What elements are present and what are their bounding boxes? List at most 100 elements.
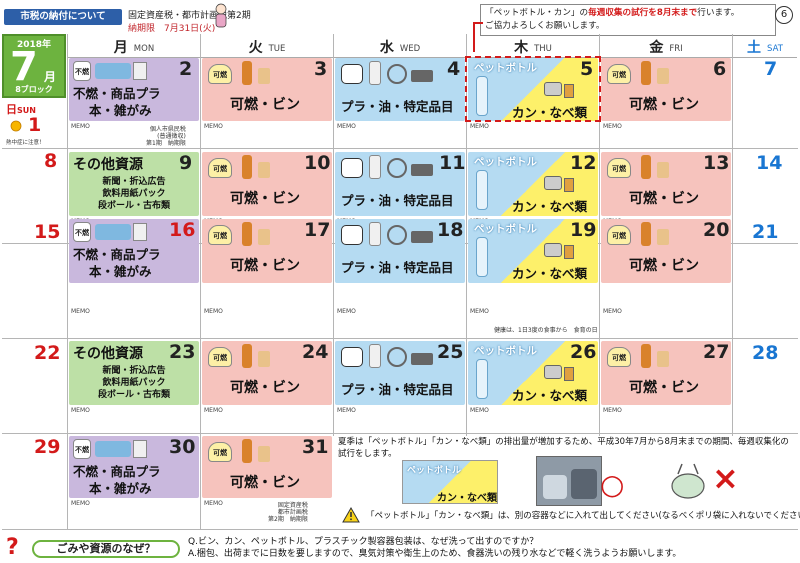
collection-label: ペットボトル	[474, 345, 537, 357]
day-number: 10	[304, 152, 331, 174]
plastic-bag-icon	[671, 463, 705, 499]
day-cell-16: 不燃 16 不燃・商品プラ 本・雑がみ	[69, 219, 199, 283]
battery-icon	[411, 164, 433, 176]
jar-icon	[657, 229, 669, 245]
day-number-sat: 21	[752, 221, 779, 243]
bottle-icon	[641, 222, 651, 246]
tax-deadline: 納期限 7月31日(火)	[128, 24, 216, 34]
bottle-icon	[641, 155, 651, 179]
plastic-goods-icon	[95, 441, 131, 457]
day-number: 3	[314, 58, 328, 80]
memo-label: MEMO	[470, 308, 489, 315]
ok-circle-icon: ○	[600, 468, 625, 501]
collection-label: カン・なべ類	[512, 266, 588, 281]
day-cell-9: その他資源 9 新聞・折込広告 飲料用紙パック 段ボール・古布類	[69, 152, 199, 216]
day-cell-24: 可燃 24 可燃・ビン	[202, 341, 332, 405]
jar-icon	[258, 229, 270, 245]
grid-line	[732, 34, 733, 436]
kanen-bag-icon: 可燃	[208, 64, 232, 84]
day-cell-19: ペットボトル 19 カン・なべ類	[468, 219, 598, 283]
collection-label: 可燃・ビン	[629, 97, 699, 113]
sun-icon	[10, 120, 22, 132]
pet-can-sample: ペットボトル カン・なべ類	[402, 460, 498, 504]
kanen-bag-icon: 可燃	[208, 158, 232, 178]
pet-bottle-icon	[476, 170, 488, 210]
day-cell-3: 可燃 3 可燃・ビン	[202, 58, 332, 121]
faq-answer: Q.ビン、カン、ペットボトル、プラスチック製容器包装は、なぜ洗って出すのですか？…	[188, 537, 682, 559]
grid-line	[2, 433, 798, 434]
bottle-icon	[242, 61, 252, 85]
kanen-bag-icon: 可燃	[208, 225, 232, 245]
collection-label: ペットボトル	[474, 223, 537, 235]
grid-line	[200, 34, 201, 530]
day-number: 2	[179, 58, 193, 80]
day-cell-25: 25 プラ・油・特定品目	[335, 341, 465, 405]
memo-label: MEMO	[204, 123, 223, 130]
can-icon	[564, 367, 574, 381]
memo-label: MEMO	[470, 123, 489, 130]
ng-cross-icon: ×	[712, 459, 739, 497]
food-day-note: 健康は、1日3度の食事から 食育の日	[494, 327, 598, 334]
day-number: 27	[703, 341, 730, 363]
day-number: 26	[570, 341, 597, 363]
page-number: 6	[775, 6, 793, 24]
grid-line	[2, 338, 798, 339]
kanen-bag-icon: 可燃	[208, 442, 232, 462]
jar-icon	[657, 68, 669, 84]
day-cell-4: 4 プラ・油・特定品目	[335, 58, 465, 121]
photo-correct-example	[536, 456, 602, 506]
book-icon	[133, 62, 147, 80]
kanen-bag-icon: 可燃	[208, 347, 232, 367]
day-number: 6	[713, 58, 727, 80]
collection-label: プラ・油・特定品目	[341, 382, 454, 397]
special-item-icon	[387, 64, 407, 84]
memo-label: MEMO	[337, 123, 356, 130]
day-cell-20: 可燃 20 可燃・ビン	[601, 219, 731, 283]
memo-label: MEMO	[204, 407, 223, 414]
collection-label: 可燃・ビン	[230, 380, 300, 396]
pura-mark-icon	[341, 158, 363, 178]
memo-label: MEMO	[603, 123, 622, 130]
weekly-collection-notice: 「ペットボトル・カン」の毎週収集の試行を8月末まで行います。 ご協力よろしくお願…	[480, 4, 776, 36]
bottle-icon	[242, 344, 252, 368]
warning-icon	[342, 507, 360, 523]
special-item-icon	[387, 347, 407, 367]
day-number-sun: 22	[34, 342, 61, 364]
day-number-sun: 15	[34, 221, 61, 243]
jar-icon	[258, 446, 270, 462]
day-number: 13	[703, 152, 730, 174]
day-number: 24	[302, 341, 329, 363]
collection-label: 可燃・ビン	[230, 191, 300, 207]
collection-label: 本・雑がみ	[89, 103, 152, 118]
day-number: 19	[570, 219, 597, 241]
battery-icon	[411, 70, 433, 82]
memo-label: MEMO	[71, 500, 90, 507]
battery-icon	[411, 231, 433, 243]
collection-label: 本・雑がみ	[89, 481, 152, 496]
collection-label: ペットボトル	[474, 156, 537, 168]
collection-label: その他資源	[73, 157, 143, 173]
memo-label: MEMO	[71, 123, 90, 130]
day-cell-18: 18 プラ・油・特定品目	[335, 219, 465, 283]
memo-label: MEMO	[204, 500, 223, 507]
can-icon	[564, 178, 574, 192]
day-number: 25	[437, 341, 464, 363]
day-number: 16	[169, 219, 196, 241]
plastic-goods-icon	[95, 63, 131, 79]
pura-mark-icon	[341, 225, 363, 245]
mascot-icon	[215, 3, 227, 28]
collection-label: 可燃・ビン	[629, 191, 699, 207]
collection-sublabels: 新聞・折込広告 飲料用紙パック 段ボール・古布類	[97, 366, 170, 400]
day-cell-10: 可燃 10 可燃・ビン	[202, 152, 332, 216]
bottle-icon	[641, 344, 651, 368]
bottle-icon	[242, 439, 252, 463]
jar-icon	[258, 351, 270, 367]
memo-label: MEMO	[204, 308, 223, 315]
bottle-icon	[242, 155, 252, 179]
collection-label: その他資源	[73, 346, 143, 362]
month-badge: 2018年 7 月 8ブロック	[2, 34, 66, 98]
tax-title: 固定資産税・都市計画税第2期	[128, 11, 251, 21]
collection-label: 可燃・ビン	[230, 258, 300, 274]
book-icon	[133, 223, 147, 241]
pet-bottle-icon	[476, 237, 488, 277]
